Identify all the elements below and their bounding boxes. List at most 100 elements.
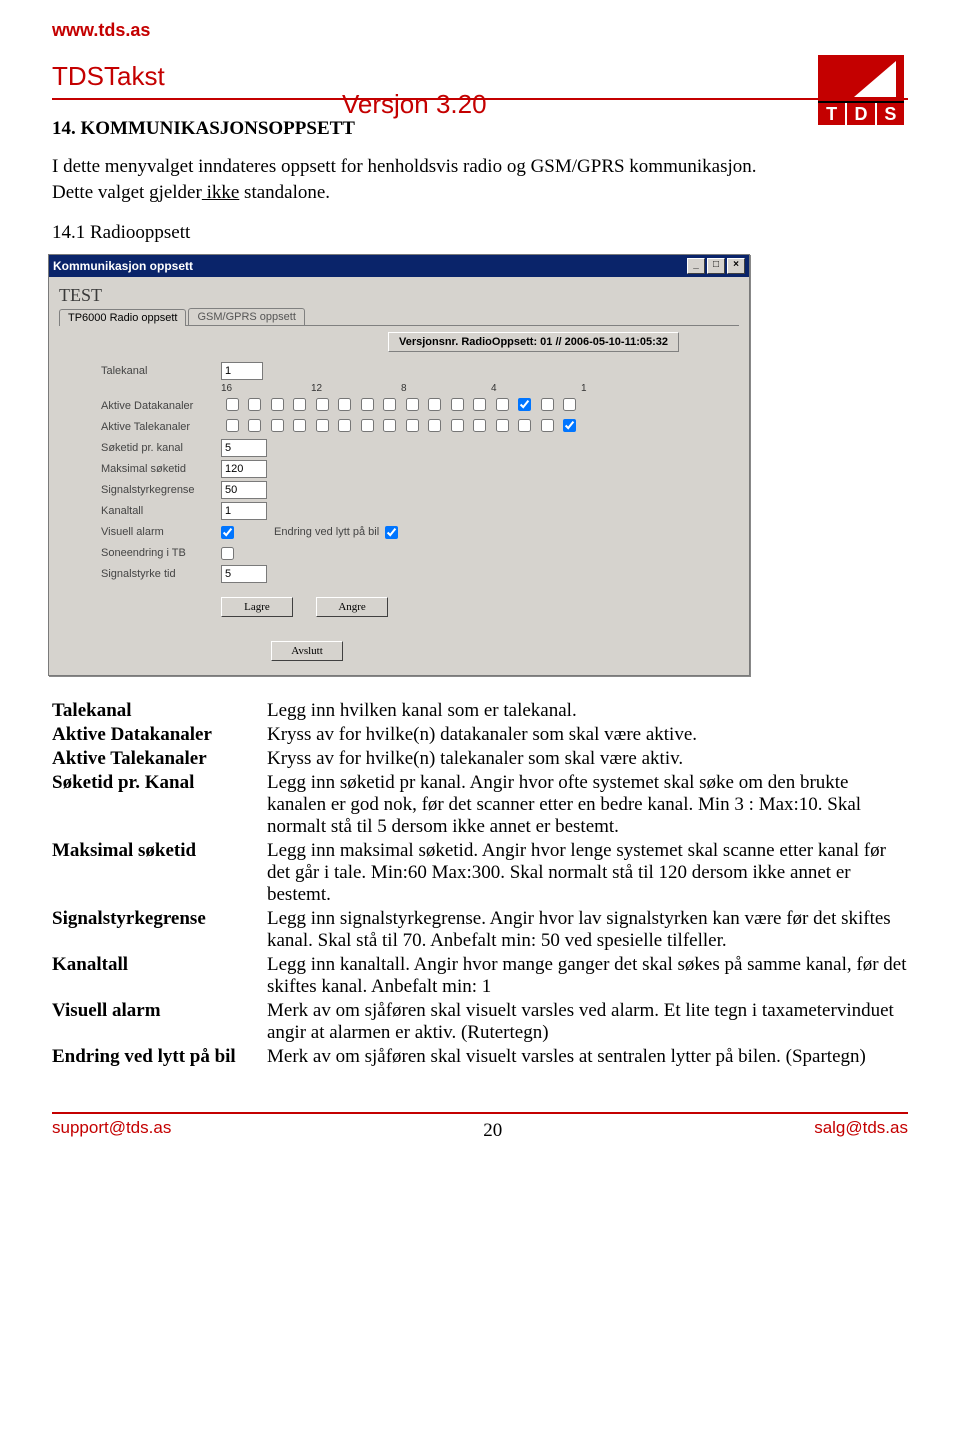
def-desc: Legg inn maksimal søketid. Angir hvor le… bbox=[267, 840, 908, 906]
def-desc: Merk av om sjåføren skal visuelt varsles… bbox=[267, 1046, 908, 1068]
visuell-alarm-checkbox[interactable] bbox=[221, 526, 234, 539]
datakanal-checkbox[interactable] bbox=[316, 398, 329, 411]
def-term: Søketid pr. Kanal bbox=[52, 772, 267, 838]
talekanal-checkbox[interactable] bbox=[338, 419, 351, 432]
signalstyrkegrense-label: Signalstyrkegrense bbox=[101, 484, 221, 496]
talekanaler-checkbox-row bbox=[221, 419, 581, 435]
url-top: www.tds.as bbox=[52, 20, 908, 41]
def-term: Aktive Talekanaler bbox=[52, 748, 267, 770]
datakanal-checkbox[interactable] bbox=[406, 398, 419, 411]
datakanal-checkbox[interactable] bbox=[226, 398, 239, 411]
def-term: Kanaltall bbox=[52, 954, 267, 998]
soneendring-label: Soneendring i TB bbox=[101, 547, 221, 559]
talekanal-checkbox[interactable] bbox=[473, 419, 486, 432]
soketid-label: Søketid pr. kanal bbox=[101, 442, 221, 454]
maximize-icon[interactable]: □ bbox=[707, 258, 725, 274]
logo-letter: D bbox=[847, 103, 876, 125]
channel-number-header: 16 12 8 4 1 bbox=[221, 383, 739, 394]
talekanal-checkbox[interactable] bbox=[406, 419, 419, 432]
def-term: Visuell alarm bbox=[52, 1000, 267, 1044]
aktive-datakanaler-label: Aktive Datakanaler bbox=[101, 400, 221, 412]
tab-gsm-gprs-oppsett[interactable]: GSM/GPRS oppsett bbox=[188, 308, 304, 325]
close-icon[interactable]: × bbox=[727, 258, 745, 274]
window-title: Kommunikasjon oppsett bbox=[53, 259, 193, 273]
intro-text-2: Dette valget gjelder ikke standalone. bbox=[52, 182, 908, 204]
talekanal-checkbox[interactable] bbox=[518, 419, 531, 432]
endring-lytt-label: Endring ved lytt på bil bbox=[274, 526, 379, 538]
soketid-input[interactable] bbox=[221, 439, 267, 457]
logo-letter: T bbox=[818, 103, 847, 125]
datakanal-checkbox[interactable] bbox=[496, 398, 509, 411]
visuell-alarm-label: Visuell alarm bbox=[101, 526, 221, 538]
datakanal-checkbox[interactable] bbox=[451, 398, 464, 411]
talekanal-label: Talekanal bbox=[101, 365, 221, 377]
footer-email-left: support@tds.as bbox=[52, 1118, 171, 1138]
dialog-window: Kommunikasjon oppsett _ □ × TEST TP6000 … bbox=[48, 254, 750, 676]
signalstyrke-tid-input[interactable] bbox=[221, 565, 267, 583]
window-titlebar[interactable]: Kommunikasjon oppsett _ □ × bbox=[49, 255, 749, 277]
def-term: Signalstyrkegrense bbox=[52, 908, 267, 952]
definitions-list: TalekanalLegg inn hvilken kanal som er t… bbox=[52, 700, 908, 1068]
def-term: Talekanal bbox=[52, 700, 267, 722]
talekanal-checkbox[interactable] bbox=[563, 419, 576, 432]
def-desc: Merk av om sjåføren skal visuelt varsles… bbox=[267, 1000, 908, 1044]
maksimal-soketid-label: Maksimal søketid bbox=[101, 463, 221, 475]
signalstyrkegrense-input[interactable] bbox=[221, 481, 267, 499]
tds-logo: T D S bbox=[818, 55, 908, 125]
section-heading: 14. KOMMUNIKASJONSOPPSETT bbox=[52, 118, 908, 140]
def-term: Maksimal søketid bbox=[52, 840, 267, 906]
intro-text: I dette menyvalget inndateres oppsett fo… bbox=[52, 156, 908, 178]
datakanal-checkbox[interactable] bbox=[248, 398, 261, 411]
talekanal-checkbox[interactable] bbox=[271, 419, 284, 432]
def-desc: Legg inn kanaltall. Angir hvor mange gan… bbox=[267, 954, 908, 998]
datakanal-checkbox[interactable] bbox=[428, 398, 441, 411]
test-label: TEST bbox=[59, 285, 739, 306]
datakanal-checkbox[interactable] bbox=[383, 398, 396, 411]
talekanal-checkbox[interactable] bbox=[226, 419, 239, 432]
angre-button[interactable]: Angre bbox=[316, 597, 388, 617]
datakanal-checkbox[interactable] bbox=[361, 398, 374, 411]
version-label: Versjon 3.20 bbox=[342, 89, 487, 120]
def-desc: Kryss av for hvilke(n) talekanaler som s… bbox=[267, 748, 908, 770]
endring-lytt-checkbox[interactable] bbox=[385, 526, 398, 539]
tab-radio-oppsett[interactable]: TP6000 Radio oppsett bbox=[59, 309, 186, 326]
footer-email-right: salg@tds.as bbox=[814, 1118, 908, 1138]
avslutt-button[interactable]: Avslutt bbox=[271, 641, 343, 661]
kanaltall-input[interactable] bbox=[221, 502, 267, 520]
subsection-heading: 14.1 Radiooppsett bbox=[52, 222, 908, 244]
talekanal-checkbox[interactable] bbox=[316, 419, 329, 432]
datakanaler-checkbox-row bbox=[221, 398, 581, 414]
minimize-icon[interactable]: _ bbox=[687, 258, 705, 274]
talekanal-checkbox[interactable] bbox=[383, 419, 396, 432]
def-desc: Kryss av for hvilke(n) datakanaler som s… bbox=[267, 724, 908, 746]
def-term: Aktive Datakanaler bbox=[52, 724, 267, 746]
app-title: TDSTakst bbox=[52, 61, 908, 92]
talekanal-checkbox[interactable] bbox=[293, 419, 306, 432]
talekanal-checkbox[interactable] bbox=[496, 419, 509, 432]
kanaltall-label: Kanaltall bbox=[101, 505, 221, 517]
talekanal-input[interactable] bbox=[221, 362, 263, 380]
logo-letter: S bbox=[877, 103, 904, 125]
talekanal-checkbox[interactable] bbox=[541, 419, 554, 432]
datakanal-checkbox[interactable] bbox=[473, 398, 486, 411]
signalstyrke-tid-label: Signalstyrke tid bbox=[101, 568, 221, 580]
datakanal-checkbox[interactable] bbox=[541, 398, 554, 411]
def-term: Endring ved lytt på bil bbox=[52, 1046, 267, 1068]
talekanal-checkbox[interactable] bbox=[428, 419, 441, 432]
talekanal-checkbox[interactable] bbox=[361, 419, 374, 432]
def-desc: Legg inn søketid pr kanal. Angir hvor of… bbox=[267, 772, 908, 838]
lagre-button[interactable]: Lagre bbox=[221, 597, 293, 617]
datakanal-checkbox[interactable] bbox=[563, 398, 576, 411]
soneendring-checkbox[interactable] bbox=[221, 547, 234, 560]
def-desc: Legg inn hvilken kanal som er talekanal. bbox=[267, 700, 908, 722]
talekanal-checkbox[interactable] bbox=[248, 419, 261, 432]
datakanal-checkbox[interactable] bbox=[271, 398, 284, 411]
maksimal-soketid-input[interactable] bbox=[221, 460, 267, 478]
version-box: Versjonsnr. RadioOppsett: 01 // 2006-05-… bbox=[388, 332, 679, 352]
datakanal-checkbox[interactable] bbox=[338, 398, 351, 411]
datakanal-checkbox[interactable] bbox=[293, 398, 306, 411]
talekanal-checkbox[interactable] bbox=[451, 419, 464, 432]
datakanal-checkbox[interactable] bbox=[518, 398, 531, 411]
def-desc: Legg inn signalstyrkegrense. Angir hvor … bbox=[267, 908, 908, 952]
page-number: 20 bbox=[171, 1120, 814, 1142]
